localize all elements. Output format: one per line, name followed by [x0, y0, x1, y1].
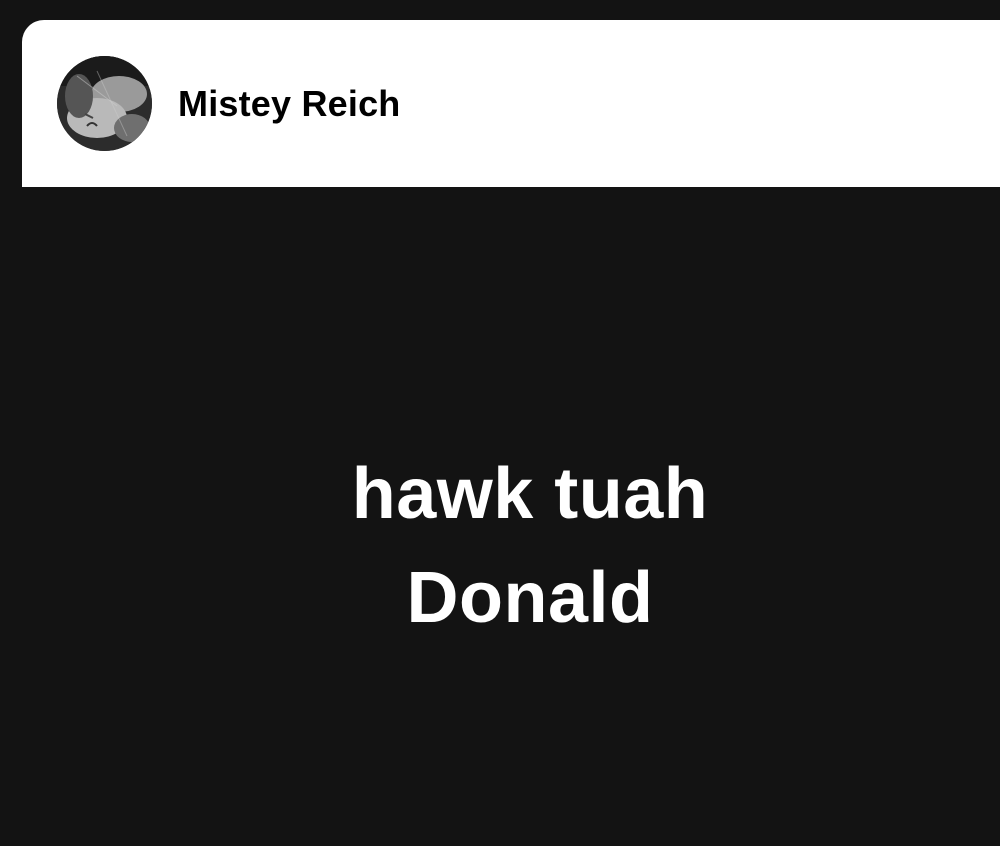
profile-photo-icon — [57, 56, 152, 151]
story-line-1: hawk tuah — [351, 454, 709, 534]
story-canvas: hawk tuah Donald — [0, 187, 1000, 846]
story-screen: Mistey Reich hawk tuah Donald — [0, 0, 1000, 846]
author-name[interactable]: Mistey Reich — [178, 83, 400, 125]
story-text: hawk tuah Donald — [260, 442, 800, 650]
post-header: Mistey Reich — [22, 20, 1000, 187]
avatar[interactable] — [57, 56, 152, 151]
story-line-2: Donald — [406, 558, 654, 638]
